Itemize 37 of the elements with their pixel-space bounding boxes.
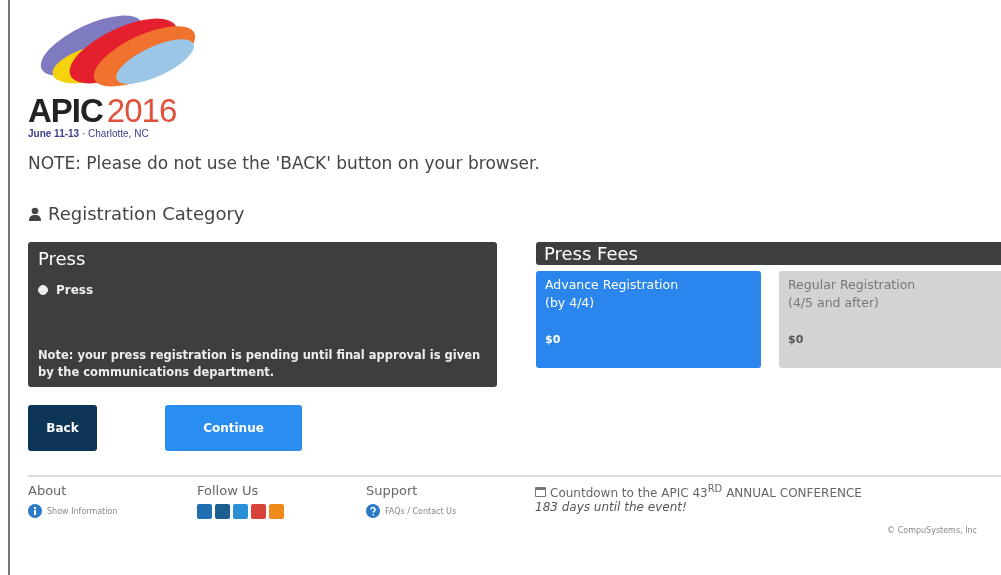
radio-label[interactable]: Press [56, 283, 94, 297]
fee-price: $0 [788, 332, 805, 348]
help-icon [366, 504, 380, 518]
logo-wordmark: APIC [28, 92, 103, 129]
fee-name: Regular Registration [788, 276, 917, 294]
calendar-icon [535, 486, 546, 497]
countdown-title: Countdown to the APIC 43$^{RD}$ ANNUAL CONFERENCE [550, 483, 862, 500]
info-icon [28, 504, 42, 518]
social-icon[interactable] [233, 504, 248, 519]
social-icon[interactable] [251, 504, 266, 519]
radio-button[interactable] [38, 285, 48, 295]
continue-button[interactable]: Continue [165, 405, 302, 451]
back-button[interactable]: Back [28, 405, 97, 451]
social-icon[interactable] [197, 504, 212, 519]
logo-year: 2016 [106, 92, 177, 129]
footer-heading: Follow Us [197, 483, 260, 498]
panel-note: Note: your press registration is pending until final approval is given by the communications department. [38, 347, 482, 381]
panel-title: Press [38, 248, 87, 269]
fee-name: Advance Registration [545, 276, 680, 294]
user-icon [28, 206, 42, 221]
footer-heading: About [28, 483, 68, 498]
countdown-days: 183 days until the event! [535, 500, 985, 514]
fee-period: (4/5 and after) [788, 294, 880, 312]
section-title: Registration Category [48, 203, 245, 224]
footer-link[interactable]: FAQs / Contact Us [366, 504, 535, 518]
footer-link[interactable]: Show Information [28, 504, 197, 518]
copyright: © CompuSystems, Inc [887, 526, 977, 535]
fee-price: $0 [545, 332, 562, 348]
logo-tagline: June 11-13 · Charlotte, NC [28, 128, 150, 139]
fees-panel-title: Press Fees [536, 242, 1001, 265]
fee-period: (by 4/4) [545, 294, 596, 312]
fee-option-card[interactable]: Regular Registration (4/5 and after) $0 [779, 271, 1001, 368]
social-icon[interactable] [215, 504, 230, 519]
fee-option-card[interactable]: Advance Registration (by 4/4) $0 [536, 271, 761, 368]
footer-heading: Support [366, 483, 419, 498]
social-icon[interactable] [269, 504, 284, 519]
browser-note: NOTE: Please do not use the 'BACK' button on your browser. [28, 153, 541, 173]
